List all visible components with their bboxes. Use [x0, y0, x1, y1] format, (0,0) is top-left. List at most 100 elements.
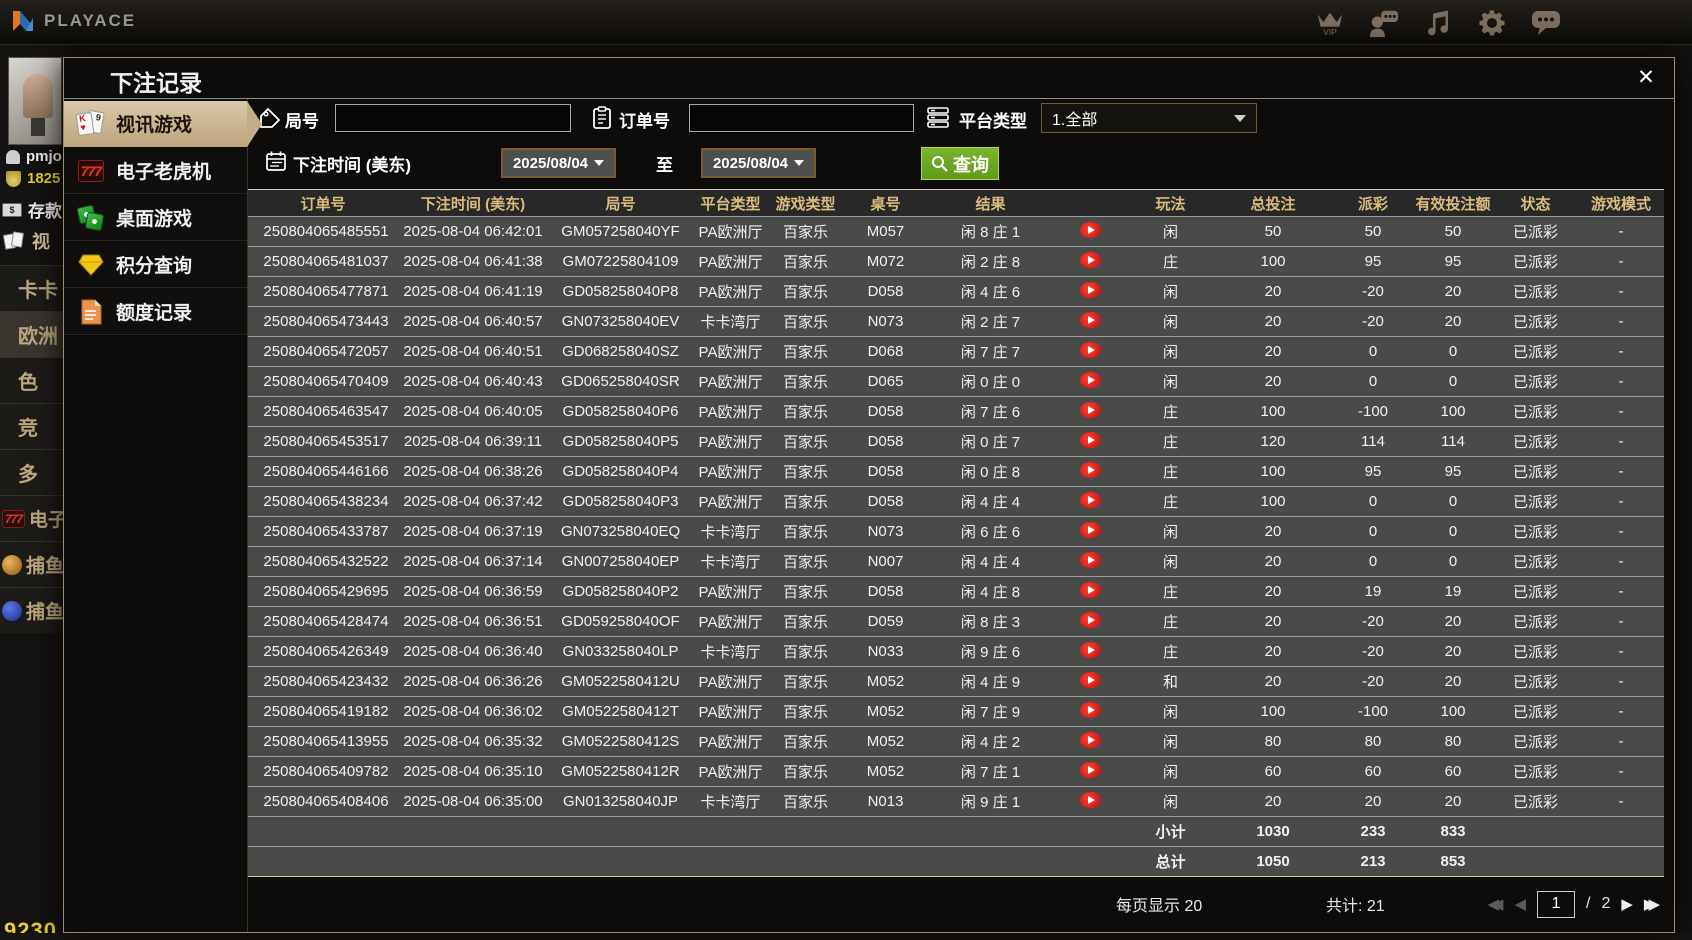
platform-type-dropdown[interactable]: 1.全部 — [1041, 103, 1257, 133]
first-page-icon[interactable]: ◀◀ — [1487, 895, 1503, 913]
cell-replay — [1053, 396, 1128, 427]
replay-play-icon[interactable] — [1080, 251, 1101, 268]
header-game-type: 游戏类型 — [768, 189, 843, 217]
cell-total-bet: 60 — [1213, 756, 1333, 787]
round-id-input[interactable] — [335, 104, 571, 132]
tab-table-games[interactable]: 桌面游戏 — [64, 195, 247, 241]
table-row: 250804065428474 2025-08-04 06:36:51 GD05… — [248, 606, 1664, 637]
tab-quota-records[interactable]: 额度记录 — [64, 289, 247, 335]
date-to-picker[interactable]: 2025/08/04 — [701, 148, 816, 178]
cell-bet-time: 2025-08-04 06:36:51 — [398, 606, 548, 637]
tab-slots[interactable]: 777 电子老虎机 — [64, 148, 247, 194]
messages-icon[interactable] — [1530, 6, 1562, 40]
replay-play-icon[interactable] — [1080, 581, 1101, 598]
cell-game-mode: - — [1578, 396, 1664, 427]
replay-play-icon[interactable] — [1080, 791, 1101, 808]
bg-nav-slots[interactable]: 777 电子 — [0, 495, 64, 541]
replay-play-icon[interactable] — [1080, 341, 1101, 358]
replay-play-icon[interactable] — [1080, 731, 1101, 748]
order-id-label: 订单号 — [619, 112, 670, 131]
bg-nav-kaka[interactable]: 卡卡 — [0, 265, 64, 311]
cell-table-no: N073 — [843, 516, 928, 547]
bg-nav-duo[interactable]: 多 — [0, 449, 64, 495]
replay-play-icon[interactable] — [1080, 221, 1101, 238]
page-number-input[interactable]: 1 — [1537, 890, 1576, 918]
cell-status: 已派彩 — [1493, 366, 1578, 397]
cell-game-mode: - — [1578, 636, 1664, 667]
cell-status: 已派彩 — [1493, 396, 1578, 427]
cell-total-bet: 120 — [1213, 426, 1333, 457]
cell-replay — [1053, 366, 1128, 397]
cell-round-id: GM0522580412T — [548, 696, 693, 727]
app-window: PLAYACE VIP pmjo 1825 $ 存款 视 卡卡 欧洲 色 竞 多… — [0, 0, 1692, 940]
per-page-label: 每页显示 20 — [1116, 898, 1203, 915]
cell-game-mode: - — [1578, 426, 1664, 457]
replay-play-icon[interactable] — [1080, 491, 1101, 508]
cell-game-mode: - — [1578, 546, 1664, 577]
pagination-bar: 每页显示 20 共计: 21 ◀◀ ◀ 1 / 2 ▶ ▶▶ — [248, 880, 1664, 928]
replay-play-icon[interactable] — [1080, 311, 1101, 328]
deposit-label: 存款 — [28, 202, 62, 221]
bg-nav-europe[interactable]: 欧洲 — [0, 311, 64, 357]
replay-play-icon[interactable] — [1080, 671, 1101, 688]
close-icon[interactable]: ✕ — [1632, 64, 1660, 92]
replay-play-icon[interactable] — [1080, 281, 1101, 298]
cell-platform: PA欧洲厅 — [693, 426, 768, 457]
replay-play-icon[interactable] — [1080, 401, 1101, 418]
topbar: PLAYACE VIP — [0, 0, 1692, 45]
cell-payout: 0 — [1333, 546, 1413, 577]
to-label: 至 — [656, 156, 673, 175]
cell-result: 闲 9 庄 1 — [928, 786, 1053, 817]
date-from-picker[interactable]: 2025/08/04 — [501, 148, 616, 178]
bg-nav-fishing-1[interactable]: 捕鱼 — [0, 541, 64, 587]
cell-game-type: 百家乐 — [768, 456, 843, 487]
cell-payout: -20 — [1333, 666, 1413, 697]
tab-video-games[interactable]: 9 K ♥ 视讯游戏 — [64, 101, 262, 147]
cell-game-mode: - — [1578, 516, 1664, 547]
replay-play-icon[interactable] — [1080, 431, 1101, 448]
cell-valid-bet: 95 — [1413, 456, 1493, 487]
replay-play-icon[interactable] — [1080, 761, 1101, 778]
cell-status: 已派彩 — [1493, 276, 1578, 307]
cell-bet-type: 和 — [1128, 666, 1213, 697]
music-icon[interactable] — [1422, 6, 1454, 40]
video-games-fragment[interactable]: 视 — [2, 228, 50, 254]
avatar[interactable] — [8, 57, 62, 145]
customer-service-icon[interactable] — [1368, 6, 1400, 40]
cell-round-id: GM07225804109 — [548, 246, 693, 277]
cell-round-id: GM0522580412U — [548, 666, 693, 697]
tab-points-query[interactable]: 积分查询 — [64, 242, 247, 288]
replay-play-icon[interactable] — [1080, 461, 1101, 478]
search-button[interactable]: 查询 — [921, 147, 999, 180]
date-to-value: 2025/08/04 — [712, 154, 789, 172]
cell-result: 闲 0 庄 8 — [928, 456, 1053, 487]
header-game-mode: 游戏模式 — [1578, 189, 1664, 217]
cell-order-id: 250804065481037 — [248, 246, 398, 277]
cell-valid-bet: 19 — [1413, 576, 1493, 607]
replay-play-icon[interactable] — [1080, 371, 1101, 388]
replay-play-icon[interactable] — [1080, 521, 1101, 538]
order-id-input[interactable] — [689, 104, 914, 132]
header-order-id: 订单号 — [248, 189, 398, 217]
slot-777-icon: 777 — [2, 509, 26, 528]
svg-text:VIP: VIP — [1323, 27, 1337, 37]
replay-play-icon[interactable] — [1080, 641, 1101, 658]
replay-play-icon[interactable] — [1080, 551, 1101, 568]
cell-total-bet: 20 — [1213, 336, 1333, 367]
cell-table-no: M052 — [843, 666, 928, 697]
last-page-icon[interactable]: ▶▶ — [1644, 895, 1660, 913]
settings-gear-icon[interactable] — [1476, 6, 1508, 40]
deposit-fragment[interactable]: $ 存款 — [2, 197, 62, 222]
cell-platform: 卡卡湾厅 — [693, 516, 768, 547]
bg-nav-se[interactable]: 色 — [0, 357, 64, 403]
bg-nav-jing[interactable]: 竞 — [0, 403, 64, 449]
bg-nav-fishing-2[interactable]: 捕鱼 — [0, 587, 64, 633]
replay-play-icon[interactable] — [1080, 701, 1101, 718]
cell-valid-bet: 60 — [1413, 756, 1493, 787]
cell-platform: 卡卡湾厅 — [693, 786, 768, 817]
vip-icon[interactable]: VIP — [1314, 6, 1346, 40]
next-page-icon[interactable]: ▶ — [1621, 895, 1633, 913]
cell-result: 闲 7 庄 7 — [928, 336, 1053, 367]
prev-page-icon[interactable]: ◀ — [1514, 895, 1526, 913]
replay-play-icon[interactable] — [1080, 611, 1101, 628]
